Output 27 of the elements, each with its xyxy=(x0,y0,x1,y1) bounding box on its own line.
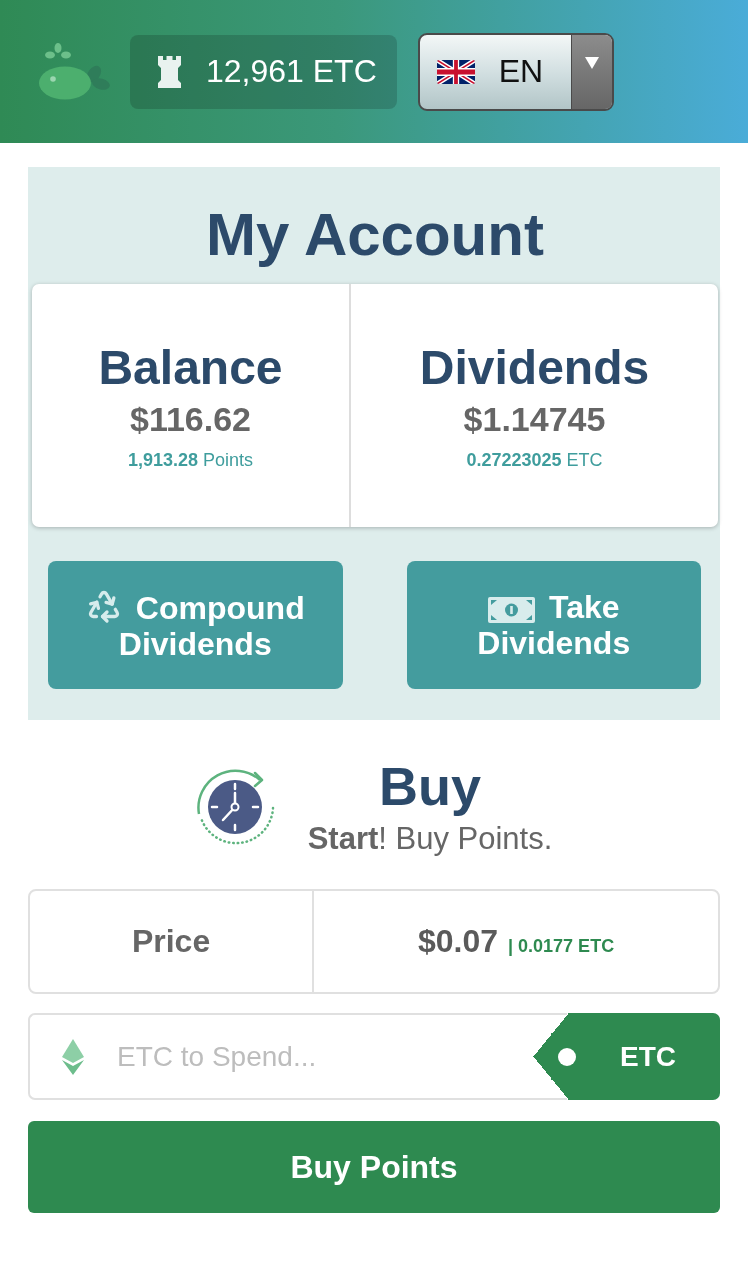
account-title: My Account xyxy=(205,200,545,270)
caret-icon xyxy=(571,34,612,109)
whale-icon xyxy=(38,43,110,100)
etc-amount-input[interactable]: ETC to Spend... xyxy=(117,1015,533,1098)
stat-value: $1.14745 xyxy=(463,398,606,439)
compound-button[interactable]: Compound Dividends xyxy=(48,561,343,689)
buy-points-button[interactable]: Buy Points xyxy=(28,1121,720,1213)
price-label: Price xyxy=(131,923,211,960)
flag-icon xyxy=(437,59,475,84)
price-value: $0.07 xyxy=(417,923,499,960)
buy-title: Buy xyxy=(379,758,481,814)
buy-subtitle: Start! Buy Points. xyxy=(307,820,553,858)
stat-subvalue: 0.27223025 ETC xyxy=(466,448,603,471)
language-select[interactable]: EN xyxy=(418,32,614,111)
stat-label: Dividends xyxy=(419,340,650,395)
amount-field[interactable]: ETC to Spend... xyxy=(28,1013,533,1100)
tower-icon xyxy=(157,55,182,88)
banknote-icon xyxy=(487,597,535,623)
dot-icon xyxy=(558,1047,576,1066)
stat-subvalue: 1,913.28 Points xyxy=(127,448,254,471)
stat-label: Balance xyxy=(98,340,283,395)
ethereum-icon xyxy=(62,1038,84,1075)
price-etc-value: | 0.0177 ETC xyxy=(508,936,615,957)
stat-value: $116.62 xyxy=(130,398,251,439)
balance-amount: 12,961 ETC xyxy=(206,53,377,90)
currency-label: ETC xyxy=(619,1040,677,1073)
take-button[interactable]: Take Dividends xyxy=(406,561,701,689)
